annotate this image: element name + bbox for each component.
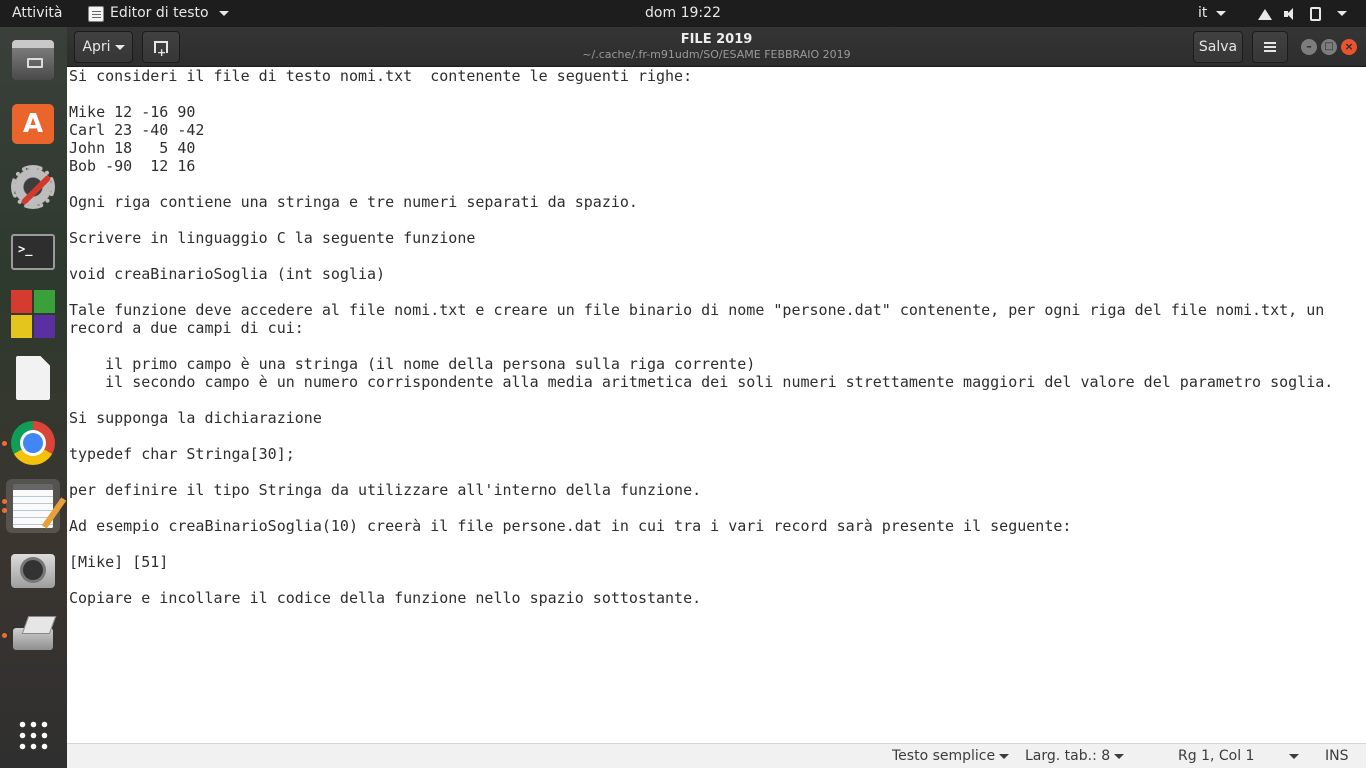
- editor-line: Tale funzione deve accedere al file nomi…: [69, 301, 1325, 319]
- camera-icon: [11, 554, 55, 588]
- top-bar: Attività Editor di testo dom 19:22 it: [0, 0, 1366, 27]
- system-menu[interactable]: [1258, 0, 1347, 27]
- editor-line: John 18 5 40: [69, 139, 196, 157]
- tab-width-label: Larg. tab.: 8: [1025, 748, 1111, 764]
- wifi-icon: [1258, 8, 1272, 20]
- battery-icon: [1310, 6, 1321, 21]
- chevron-down-icon: [1114, 753, 1125, 759]
- editor-line: per definire il tipo Stringa da utilizza…: [69, 481, 702, 499]
- maximize-button[interactable]: [1321, 39, 1337, 55]
- chevron-down-icon: [1215, 10, 1226, 16]
- files-icon: [12, 40, 54, 80]
- text-editor-area[interactable]: Si consideri il file di testo nomi.txt c…: [67, 67, 1366, 743]
- input-language-menu[interactable]: it: [1198, 0, 1226, 27]
- editor-line: Si consideri il file di testo nomi.txt c…: [69, 67, 693, 85]
- activities-label: Attività: [12, 5, 63, 21]
- dock-camera[interactable]: [6, 544, 60, 598]
- office-icon: [11, 290, 55, 338]
- app-menu-label: Editor di testo: [110, 5, 209, 21]
- editor-line: il primo campo è una stringa (il nome de…: [69, 355, 756, 373]
- editor-line: record a due campi di cui:: [69, 319, 304, 337]
- hamburger-icon: [1264, 46, 1276, 48]
- editor-line: Bob -90 12 16: [69, 157, 196, 175]
- window-subtitle: ~/.cache/.fr-m91udm/SO/ESAME FEBBRAIO 20…: [582, 48, 851, 61]
- editor-content[interactable]: Si consideri il file di testo nomi.txt c…: [69, 67, 1333, 607]
- language-selector[interactable]: Testo semplice: [892, 744, 1010, 768]
- editor-line: void creaBinarioSoglia (int soglia): [69, 265, 386, 283]
- save-button[interactable]: Salva: [1193, 31, 1243, 63]
- header-bar: Apri FILE 2019 ~/.cache/.fr-m91udm/SO/ES…: [67, 27, 1366, 68]
- status-bar: Testo semplice Larg. tab.: 8 Rg 1, Col 1…: [67, 743, 1366, 768]
- cursor-position[interactable]: Rg 1, Col 1: [1178, 744, 1254, 768]
- editor-line: Scrivere in linguaggio C la seguente fun…: [69, 229, 476, 247]
- editor-line: Si supponga la dichiarazione: [69, 409, 322, 427]
- chrome-icon: [11, 421, 55, 465]
- chevron-down-icon: [218, 11, 229, 16]
- dock-terminal[interactable]: >_: [6, 225, 60, 279]
- editor-line: [Mike] [51]: [69, 553, 169, 571]
- dock-office[interactable]: [6, 287, 60, 341]
- dock-scanner[interactable]: [6, 607, 60, 661]
- dock-settings[interactable]: [6, 160, 60, 214]
- language-label: Testo semplice: [892, 748, 996, 764]
- dock-text-editor[interactable]: [6, 479, 60, 533]
- insert-mode-indicator: INS: [1325, 748, 1349, 764]
- apps-grid-icon: [17, 719, 49, 751]
- dock-software[interactable]: A: [6, 97, 60, 151]
- position-menu-button[interactable]: [1285, 744, 1299, 768]
- chevron-down-icon: [999, 753, 1010, 759]
- menu-button[interactable]: [1252, 31, 1288, 63]
- terminal-icon: >_: [11, 234, 55, 270]
- input-language-label: it: [1198, 5, 1208, 21]
- editor-line: Carl 23 -40 -42: [69, 121, 205, 139]
- chevron-down-icon: [1337, 11, 1347, 16]
- editor-line: typedef char Stringa[30];: [69, 445, 295, 463]
- editor-line: Ogni riga contiene una stringa e tre num…: [69, 193, 638, 211]
- software-center-icon: A: [12, 104, 54, 144]
- editor-line: Mike 12 -16 90: [69, 103, 196, 121]
- editor-line: Copiare e incollare il codice della funz…: [69, 589, 702, 607]
- settings-icon: [11, 165, 55, 209]
- text-editor-icon: [88, 5, 104, 22]
- dock: A >_: [0, 27, 67, 768]
- document-icon: [16, 356, 50, 400]
- editor-line: il secondo campo è un numero corrisponde…: [69, 373, 1334, 391]
- dock-chrome[interactable]: [6, 416, 60, 470]
- close-button[interactable]: [1341, 39, 1357, 55]
- dock-files[interactable]: [6, 33, 60, 87]
- text-editor-icon: [13, 484, 53, 528]
- clock[interactable]: dom 19:22: [645, 5, 721, 21]
- text-editor-window: Apri FILE 2019 ~/.cache/.fr-m91udm/SO/ES…: [67, 27, 1366, 768]
- editor-line: Ad esempio creaBinarioSoglia(10) creerà …: [69, 517, 1072, 535]
- scanner-icon: [11, 616, 55, 652]
- dock-document-viewer[interactable]: [6, 351, 60, 405]
- show-applications-button[interactable]: [6, 708, 60, 762]
- activities-button[interactable]: Attività: [12, 0, 62, 27]
- minimize-button[interactable]: [1301, 39, 1317, 55]
- window-title: FILE 2019: [680, 32, 753, 47]
- app-menu[interactable]: Editor di testo: [88, 0, 229, 27]
- volume-icon: [1284, 7, 1298, 20]
- chevron-down-icon: [1289, 753, 1299, 759]
- tab-width-selector[interactable]: Larg. tab.: 8: [1025, 744, 1125, 768]
